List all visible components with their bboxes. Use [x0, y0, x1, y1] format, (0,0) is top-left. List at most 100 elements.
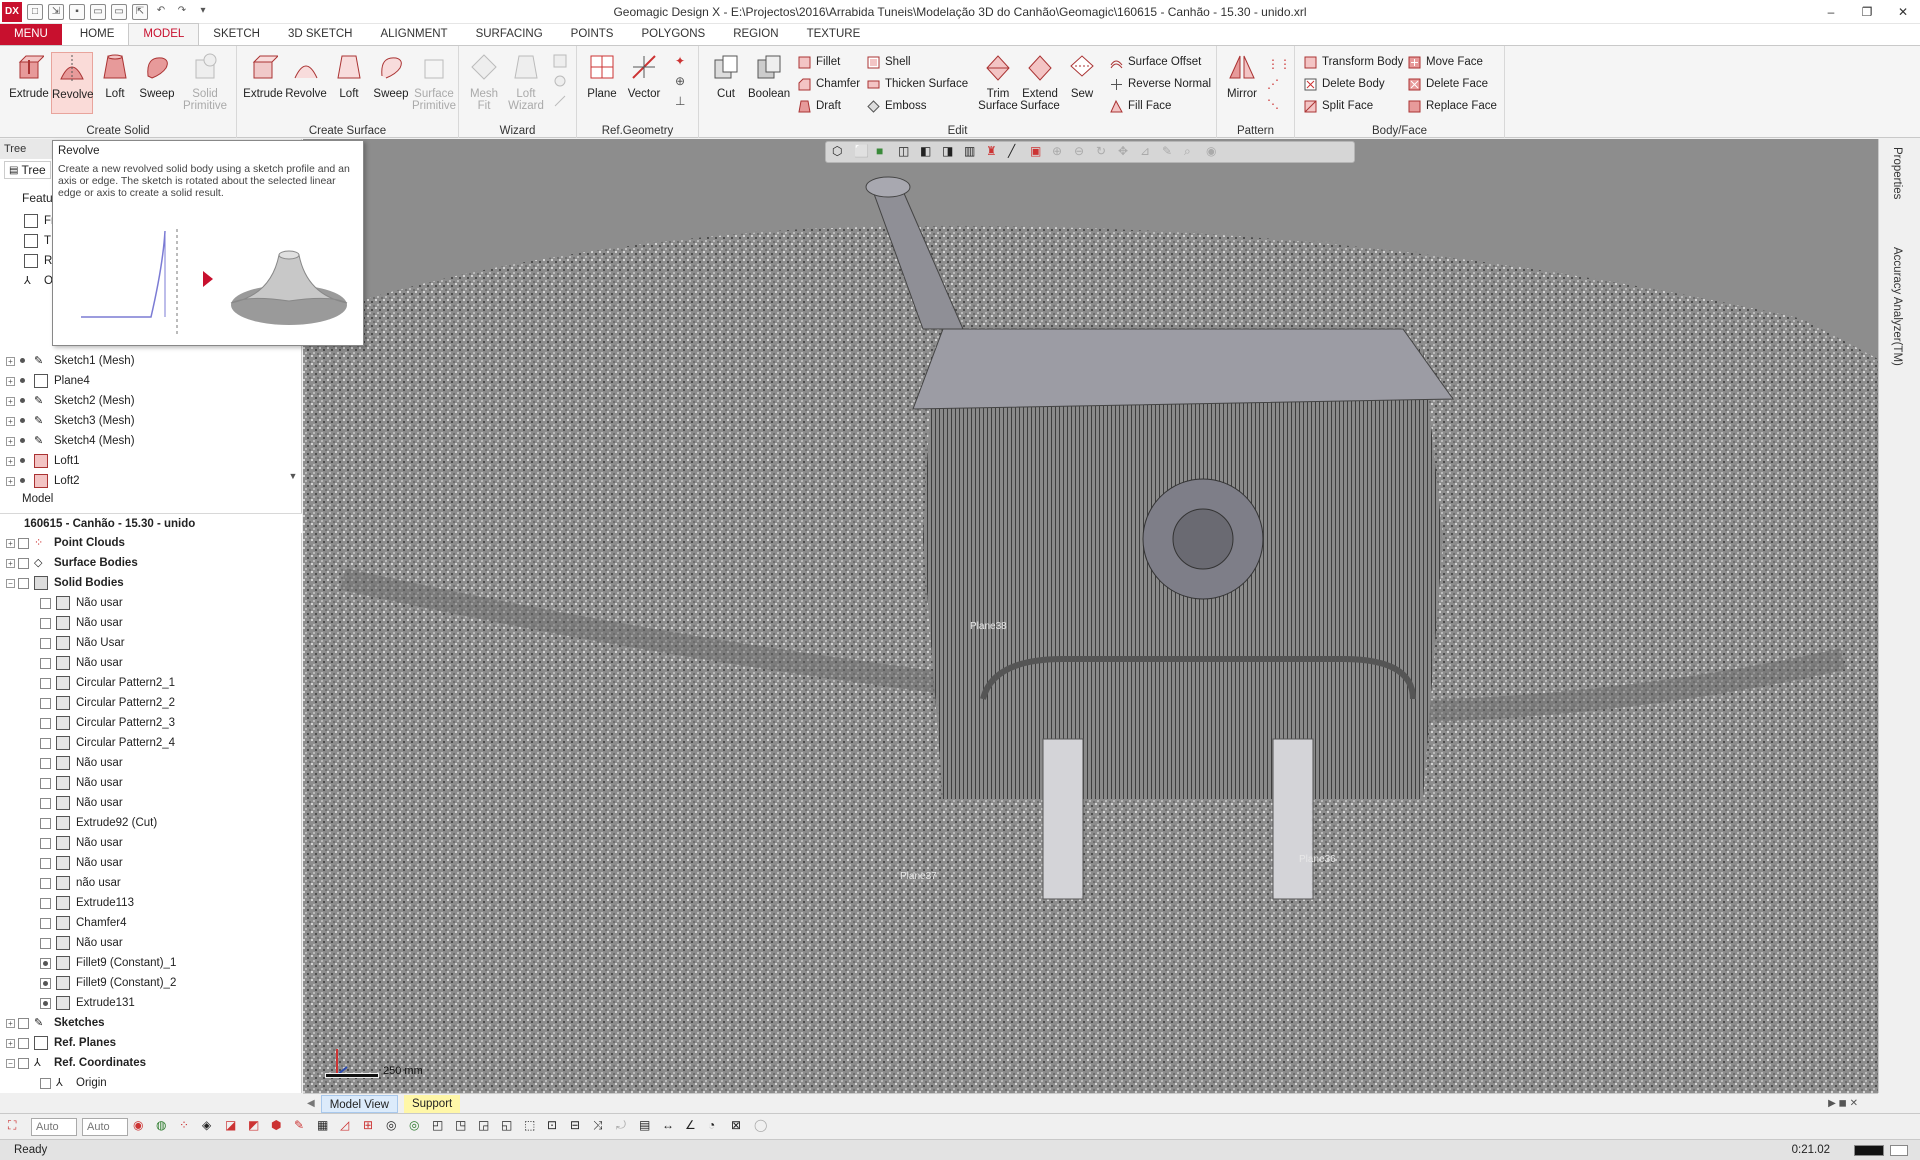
balloon-icon[interactable]: ◯: [754, 1118, 772, 1136]
draft-button[interactable]: Draft: [797, 97, 841, 115]
selection-filter-combo[interactable]: Auto: [31, 1117, 77, 1136]
view-normal-icon[interactable]: ⊟: [570, 1118, 588, 1136]
line-tool-icon[interactable]: ╱: [1008, 144, 1024, 160]
split-view-icon[interactable]: ▥: [964, 144, 980, 160]
solid-body-item[interactable]: não usar: [40, 873, 121, 893]
brush-icon[interactable]: ✎: [1162, 144, 1178, 160]
clip-view-icon[interactable]: ◨: [942, 144, 958, 160]
visibility-toggle[interactable]: [40, 837, 51, 849]
view-rotate-icon[interactable]: ⤾: [616, 1118, 634, 1136]
view-right-icon[interactable]: ◳: [455, 1118, 473, 1136]
wizard-extra-icon-2[interactable]: [553, 74, 567, 88]
view-back-icon[interactable]: ◎: [409, 1118, 427, 1136]
filter-coord-icon[interactable]: ⊞: [363, 1118, 381, 1136]
linear-pattern-icon[interactable]: ⋮⋮ ⋰ ⋱: [1267, 54, 1291, 114]
visibility-toggle[interactable]: [40, 857, 51, 869]
surface-loft-button[interactable]: Loft: [328, 52, 370, 100]
solid-body-item[interactable]: Circular Pattern2_4: [40, 733, 175, 753]
tree-solid-bodies[interactable]: − Solid Bodies: [6, 573, 124, 593]
filter-sketch-icon[interactable]: ✎: [294, 1118, 312, 1136]
cut-button[interactable]: Cut: [705, 52, 747, 100]
tab-tree[interactable]: ▤ Tree: [4, 161, 51, 179]
filter-plane-icon[interactable]: ▦: [317, 1118, 335, 1136]
visibility-toggle[interactable]: [40, 617, 51, 629]
deviation-icon[interactable]: ♜: [986, 144, 1002, 160]
filter-vertex-icon[interactable]: ◈: [202, 1118, 220, 1136]
tree-surface-bodies[interactable]: + ◇ Surface Bodies: [6, 553, 138, 573]
tab-polygons[interactable]: POLYGONS: [627, 24, 719, 45]
filter-vector-icon[interactable]: ◿: [340, 1118, 358, 1136]
tree-ref-coordinates[interactable]: − ⅄ Ref. Coordinates: [6, 1053, 146, 1073]
solid-primitive-button[interactable]: Solid Primitive: [180, 52, 230, 112]
visibility-toggle[interactable]: [40, 777, 51, 789]
view-left-icon[interactable]: ◰: [432, 1118, 450, 1136]
visibility-toggle[interactable]: [40, 677, 51, 689]
visibility-toggle[interactable]: [18, 395, 29, 407]
tab-home[interactable]: HOME: [66, 24, 129, 45]
filter-body-icon[interactable]: ⬢: [271, 1118, 289, 1136]
selection-box-icon[interactable]: ▣: [1030, 144, 1046, 160]
solid-body-item[interactable]: Não usar: [40, 933, 123, 953]
transform-body-button[interactable]: Transform Body: [1303, 53, 1403, 71]
boolean-button[interactable]: Boolean: [748, 52, 790, 100]
coordinate-icon[interactable]: ⊕: [675, 74, 685, 88]
visibility-toggle[interactable]: [40, 917, 51, 929]
tab-accuracy-analyzer[interactable]: Accuracy Analyzer(TM): [1891, 247, 1903, 366]
visibility-toggle[interactable]: [40, 1077, 51, 1089]
surface-offset-button[interactable]: Surface Offset: [1109, 53, 1201, 71]
visibility-toggle[interactable]: [40, 757, 51, 769]
visibility-toggle[interactable]: [40, 997, 51, 1009]
eye-icon[interactable]: ◉: [1206, 144, 1222, 160]
surface-primitive-button[interactable]: Surface Primitive: [409, 52, 459, 112]
measure-area-icon[interactable]: ⊠: [731, 1118, 749, 1136]
solid-revolve-button[interactable]: Revolve: [51, 52, 94, 114]
plane-button[interactable]: Plane: [581, 52, 623, 100]
filter-point-icon[interactable]: ◉: [133, 1118, 151, 1136]
surface-extrude-button[interactable]: Extrude: [241, 52, 285, 100]
sew-button[interactable]: Sew: [1061, 52, 1103, 100]
tab-support[interactable]: Support: [403, 1094, 461, 1113]
extend-surface-button[interactable]: Extend Surface: [1019, 52, 1061, 112]
tab-sketch[interactable]: SKETCH: [199, 24, 274, 45]
tree-origin[interactable]: ⅄ Origin: [40, 1073, 107, 1093]
tab-texture[interactable]: TEXTURE: [793, 24, 875, 45]
measure-angle-icon[interactable]: ∠: [685, 1118, 703, 1136]
tab-alignment[interactable]: ALIGNMENT: [366, 24, 461, 45]
tab-points[interactable]: POINTS: [557, 24, 628, 45]
scroll-left-icon[interactable]: ◀: [307, 1098, 315, 1109]
measure-distance-icon[interactable]: ↔: [662, 1118, 680, 1136]
expand-icon[interactable]: +: [6, 376, 15, 386]
trim-surface-button[interactable]: Trim Surface: [977, 52, 1019, 112]
chamfer-button[interactable]: Chamfer: [797, 75, 860, 93]
solid-body-item[interactable]: Não usar: [40, 773, 123, 793]
split-face-button[interactable]: Split Face: [1303, 97, 1373, 115]
view-pan-icon[interactable]: ⤨: [593, 1118, 611, 1136]
tree-item-partial-1[interactable]: Fr: [24, 211, 55, 231]
vector-button[interactable]: Vector: [623, 52, 665, 100]
loft-wizard-button[interactable]: Loft Wizard: [505, 52, 547, 112]
visibility-toggle[interactable]: [40, 897, 51, 909]
solid-body-item[interactable]: Não usar: [40, 613, 123, 633]
expand-icon[interactable]: +: [6, 476, 15, 486]
visibility-toggle[interactable]: [40, 797, 51, 809]
solid-body-item[interactable]: Não usar: [40, 853, 123, 873]
filter-mesh-icon[interactable]: ◍: [156, 1118, 174, 1136]
visibility-toggle[interactable]: [18, 577, 29, 589]
visibility-toggle[interactable]: [40, 977, 51, 989]
3d-viewport[interactable]: Plane38 Plane37 Plane36 ⬡ ⬜ ■ ◫ ◧ ◨ ▥ ♜ …: [303, 139, 1878, 1093]
feature-item-sketch4[interactable]: + ✎ Sketch4 (Mesh): [6, 431, 135, 451]
section-view-icon[interactable]: ◧: [920, 144, 936, 160]
tree-point-clouds[interactable]: + ⁘ Point Clouds: [6, 533, 125, 553]
solid-loft-button[interactable]: Loft: [94, 52, 136, 100]
visibility-toggle[interactable]: [18, 435, 29, 447]
solid-extrude-button[interactable]: Extrude: [8, 52, 50, 100]
feature-item-loft2[interactable]: + Loft2: [6, 471, 80, 491]
import-icon[interactable]: ⇲: [48, 3, 64, 20]
color-mode-icon[interactable]: ■: [876, 144, 892, 160]
visibility-toggle[interactable]: [18, 355, 29, 367]
replace-face-button[interactable]: Replace Face: [1407, 97, 1497, 115]
visibility-toggle[interactable]: [40, 937, 51, 949]
tree-sketches[interactable]: + ✎ Sketches: [6, 1013, 105, 1033]
scroll-down-icon[interactable]: ▼: [286, 471, 300, 485]
solid-body-item[interactable]: Circular Pattern2_3: [40, 713, 175, 733]
